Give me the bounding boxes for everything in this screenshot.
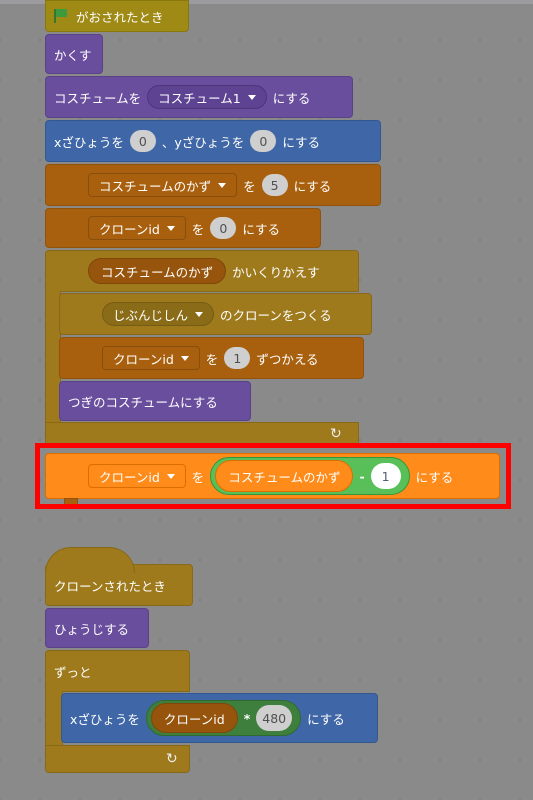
change-suffix: ずつかえる bbox=[256, 351, 319, 367]
chevron-down-icon bbox=[180, 355, 189, 361]
variable-name: コスチュームのかず bbox=[99, 178, 212, 194]
goto-suffix: にする bbox=[282, 134, 320, 150]
switch-costume-prefix: コスチュームを bbox=[54, 90, 142, 106]
next-costume-label: つぎのコスチュームにする bbox=[68, 394, 218, 410]
when-flag-clicked-hat[interactable]: がおされたとき bbox=[45, 0, 189, 32]
set-x-prefix: xざひょうを bbox=[70, 711, 140, 727]
variable-name: クローンid bbox=[99, 221, 160, 237]
repeat-suffix: かいくりかえす bbox=[232, 264, 320, 280]
hide-label: かくす bbox=[54, 47, 92, 63]
hide-block[interactable]: かくす bbox=[45, 34, 103, 74]
loop-arrow-icon: ↻ bbox=[330, 426, 342, 442]
set-mid-text: を bbox=[243, 178, 256, 194]
multiply-value-input[interactable]: 480 bbox=[256, 705, 293, 731]
multiply-operator[interactable]: クローンid * 480 bbox=[145, 700, 302, 736]
green-flag-icon bbox=[54, 9, 68, 23]
costume-count-reporter[interactable]: コスチュームのかず bbox=[88, 258, 227, 284]
set-mid-text: を bbox=[191, 221, 205, 237]
chevron-down-icon bbox=[218, 182, 227, 188]
loop-arrow-icon: ↻ bbox=[166, 751, 178, 767]
variable-dropdown-costume-count[interactable]: コスチュームのかず bbox=[88, 173, 238, 197]
show-block[interactable]: ひょうじする bbox=[45, 608, 149, 648]
create-clone-suffix: のクローンをつくる bbox=[220, 307, 332, 323]
forever-block[interactable]: ずっと bbox=[45, 650, 190, 692]
hat-label: がおされたとき bbox=[76, 9, 164, 25]
show-label: ひょうじする bbox=[54, 621, 130, 637]
value-input[interactable]: 0 bbox=[210, 217, 237, 239]
value-input[interactable]: 1 bbox=[224, 347, 251, 369]
set-clone-id-block[interactable]: クローンid を 0 にする bbox=[45, 208, 321, 248]
chevron-down-icon bbox=[247, 94, 256, 100]
highlight-frame bbox=[35, 443, 511, 509]
set-suffix: にする bbox=[293, 178, 332, 194]
set-suffix: にする bbox=[242, 221, 280, 237]
next-costume-block[interactable]: つぎのコスチュームにする bbox=[59, 381, 251, 421]
set-costume-count-block[interactable]: コスチュームのかず を 5 にする bbox=[45, 164, 381, 206]
variable-dropdown-clone-id[interactable]: クローンid bbox=[102, 346, 200, 370]
hat-label: クローンされたとき bbox=[54, 578, 166, 594]
repeat-block[interactable]: コスチュームのかず かいくりかえす bbox=[45, 250, 359, 292]
forever-block-bottom: ↻ bbox=[45, 745, 190, 773]
costume-dropdown[interactable]: コスチューム1 bbox=[147, 85, 267, 109]
costume-dropdown-value: コスチューム1 bbox=[158, 90, 241, 106]
x-input[interactable]: 0 bbox=[129, 130, 156, 152]
variable-name: クローンid bbox=[113, 351, 174, 367]
variable-dropdown-clone-id[interactable]: クローンid bbox=[88, 216, 186, 240]
chevron-down-icon bbox=[166, 225, 175, 231]
clone-target-value: じぶんじしん bbox=[113, 307, 189, 323]
set-x-block[interactable]: xざひょうを クローンid * 480 にする bbox=[61, 693, 378, 743]
change-clone-id-block[interactable]: クローンid を 1 ずつかえる bbox=[59, 337, 364, 379]
forever-label: ずっと bbox=[54, 664, 92, 680]
clone-id-reporter[interactable]: クローンid bbox=[150, 703, 238, 733]
switch-costume-suffix: にする bbox=[272, 90, 311, 106]
goto-xy-block[interactable]: xざひょうを 0 、yざひょうを 0 にする bbox=[45, 120, 381, 162]
switch-costume-block[interactable]: コスチュームを コスチューム1 にする bbox=[45, 76, 353, 118]
multiply-symbol: * bbox=[243, 710, 251, 726]
chevron-down-icon bbox=[195, 311, 204, 317]
hat-cap bbox=[45, 547, 135, 573]
goto-y-label: 、yざひょうを bbox=[161, 134, 245, 150]
change-mid-text: を bbox=[205, 351, 219, 367]
y-input[interactable]: 0 bbox=[250, 130, 277, 152]
create-clone-block[interactable]: じぶんじしん のクローンをつくる bbox=[59, 293, 372, 335]
value-input[interactable]: 5 bbox=[261, 174, 288, 196]
set-x-suffix: にする bbox=[307, 711, 345, 727]
goto-x-label: xざひょうを bbox=[54, 134, 124, 150]
clone-target-dropdown[interactable]: じぶんじしん bbox=[102, 302, 215, 326]
